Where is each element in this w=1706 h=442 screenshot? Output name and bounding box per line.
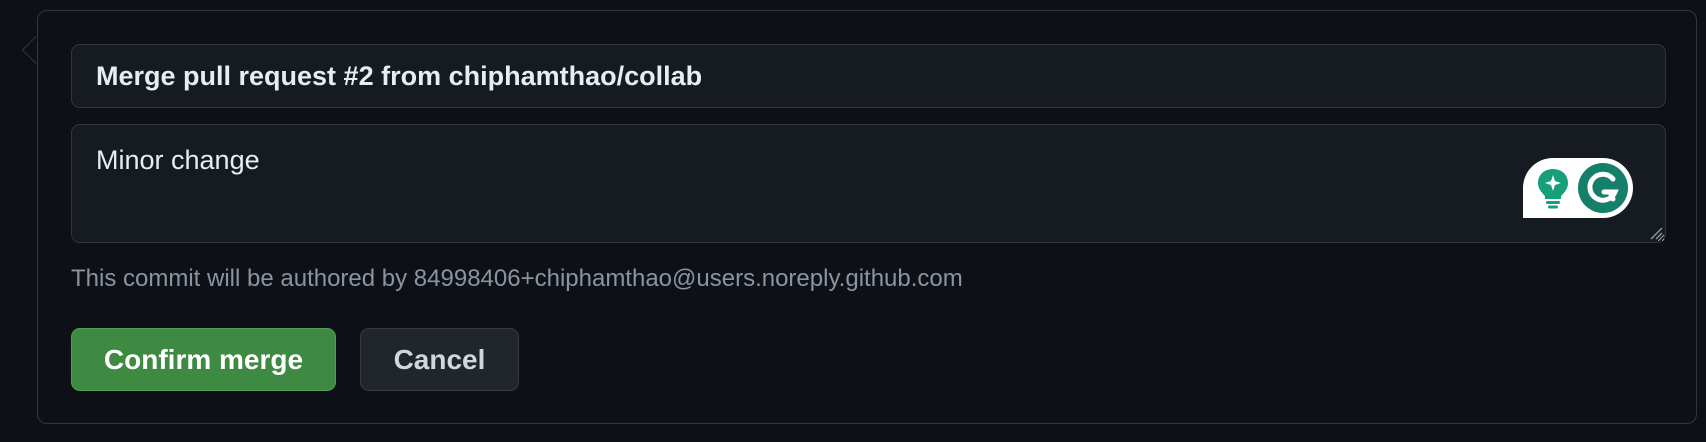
grammarly-g-icon[interactable] <box>1577 162 1629 214</box>
cancel-button[interactable]: Cancel <box>360 328 519 391</box>
commit-title-input[interactable] <box>71 44 1666 108</box>
confirm-merge-button[interactable]: Confirm merge <box>71 328 336 391</box>
lightbulb-sparkle-icon[interactable] <box>1535 166 1571 210</box>
resize-grip-icon[interactable] <box>1649 226 1663 240</box>
grammarly-widget[interactable] <box>1523 158 1633 218</box>
commit-author-note: This commit will be authored by 84998406… <box>71 265 963 292</box>
commit-message-textarea[interactable]: Minor change <box>71 124 1666 243</box>
